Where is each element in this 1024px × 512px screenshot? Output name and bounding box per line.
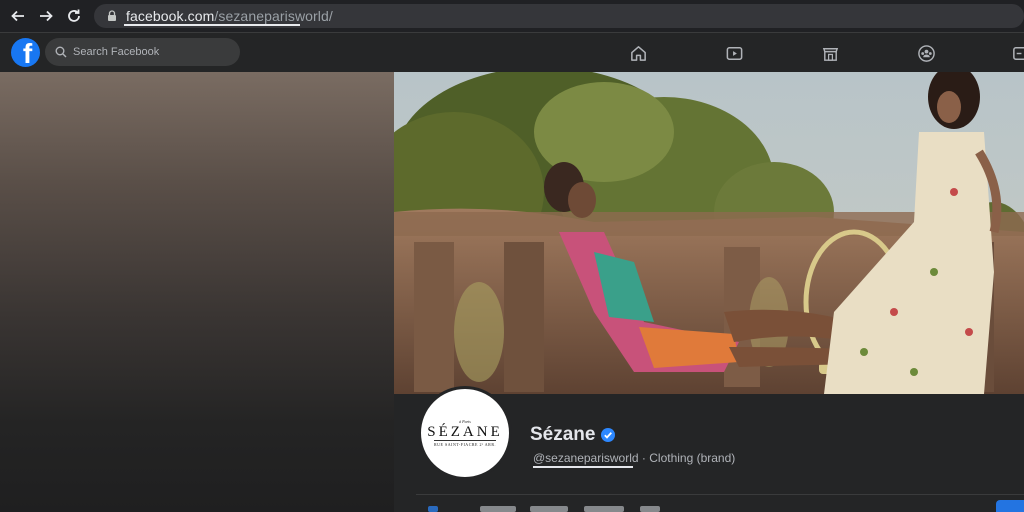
nav-marketplace[interactable]	[810, 33, 850, 73]
arrow-left-icon	[11, 10, 24, 22]
meta-separator: ·	[638, 451, 650, 465]
handle-underline	[533, 466, 633, 468]
verified-badge-icon	[601, 428, 616, 442]
arrow-right-icon	[40, 10, 53, 22]
avatar-brand-text: SÉZANE	[427, 424, 503, 440]
tab-stub-1[interactable]	[428, 506, 438, 512]
cover-photo[interactable]	[394, 72, 1024, 394]
url-path: /sezaneparisworld/	[214, 8, 333, 24]
tab-stub-3[interactable]	[530, 506, 568, 512]
cover-photo-illustration	[394, 72, 1024, 394]
page-title: Sézane	[530, 424, 616, 446]
lock-icon	[108, 10, 116, 21]
back-button[interactable]	[4, 0, 32, 32]
groups-icon	[917, 44, 935, 62]
facebook-f-icon: f	[22, 38, 33, 68]
page-name-text: Sézane	[530, 424, 596, 445]
nav-watch[interactable]	[714, 33, 754, 73]
search-box[interactable]	[45, 38, 240, 66]
gaming-icon	[1012, 46, 1024, 60]
avatar-bottom-text: RUE SAINT-FIACRE 2ᵉ ARR.	[434, 440, 496, 447]
page-handle[interactable]: @sezaneparisworld	[533, 451, 639, 465]
profile-avatar[interactable]: à Paris SÉZANE RUE SAINT-FIACRE 2ᵉ ARR.	[418, 386, 512, 480]
page-meta: @sezaneparisworld · Clothing (brand)	[533, 451, 735, 465]
page-category: Clothing (brand)	[649, 451, 736, 465]
tab-stub-5[interactable]	[640, 506, 660, 512]
tabs-divider	[416, 494, 1024, 495]
url-text: facebook.com/sezaneparisworld/	[126, 8, 333, 24]
nav-groups[interactable]	[906, 33, 946, 73]
search-input[interactable]	[73, 46, 233, 58]
tab-stub-2[interactable]	[480, 506, 516, 512]
reload-icon	[68, 9, 80, 22]
url-host: facebook.com	[126, 8, 215, 24]
cover-blur-background	[0, 72, 394, 512]
facebook-header: f	[0, 32, 1024, 72]
facebook-logo[interactable]: f	[11, 38, 40, 67]
reload-button[interactable]	[60, 0, 88, 32]
forward-button[interactable]	[32, 0, 60, 32]
search-icon	[55, 46, 67, 58]
marketplace-icon	[822, 47, 838, 61]
watch-icon	[726, 46, 742, 60]
browser-toolbar: facebook.com/sezaneparisworld/	[0, 0, 1024, 32]
nav-home[interactable]	[618, 33, 658, 73]
home-icon	[630, 45, 646, 61]
tab-stub-4[interactable]	[584, 506, 624, 512]
nav-gaming[interactable]	[1000, 33, 1024, 73]
url-underline	[124, 24, 300, 26]
action-button[interactable]	[996, 500, 1024, 512]
